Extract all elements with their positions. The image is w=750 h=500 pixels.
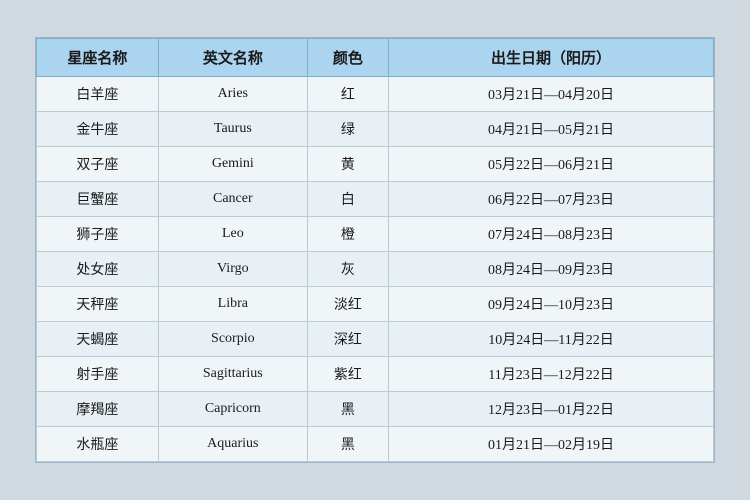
cell-english: Sagittarius	[158, 357, 307, 392]
cell-english: Gemini	[158, 147, 307, 182]
cell-chinese: 天秤座	[37, 287, 159, 322]
cell-chinese: 摩羯座	[37, 392, 159, 427]
cell-english: Libra	[158, 287, 307, 322]
cell-chinese: 处女座	[37, 252, 159, 287]
table-row: 处女座Virgo灰08月24日—09月23日	[37, 252, 714, 287]
table-row: 白羊座Aries红03月21日—04月20日	[37, 77, 714, 112]
table-body: 白羊座Aries红03月21日—04月20日金牛座Taurus绿04月21日—0…	[37, 77, 714, 462]
header-color: 颜色	[307, 39, 388, 77]
cell-date: 08月24日—09月23日	[389, 252, 714, 287]
cell-date: 12月23日—01月22日	[389, 392, 714, 427]
table-row: 天蝎座Scorpio深红10月24日—11月22日	[37, 322, 714, 357]
table-row: 双子座Gemini黄05月22日—06月21日	[37, 147, 714, 182]
table-row: 天秤座Libra淡红09月24日—10月23日	[37, 287, 714, 322]
table-row: 射手座Sagittarius紫红11月23日—12月22日	[37, 357, 714, 392]
table-row: 摩羯座Capricorn黑12月23日—01月22日	[37, 392, 714, 427]
cell-color: 黑	[307, 392, 388, 427]
cell-english: Capricorn	[158, 392, 307, 427]
cell-date: 03月21日—04月20日	[389, 77, 714, 112]
cell-english: Virgo	[158, 252, 307, 287]
cell-chinese: 狮子座	[37, 217, 159, 252]
header-english: 英文名称	[158, 39, 307, 77]
cell-date: 10月24日—11月22日	[389, 322, 714, 357]
table-row: 狮子座Leo橙07月24日—08月23日	[37, 217, 714, 252]
cell-date: 11月23日—12月22日	[389, 357, 714, 392]
cell-date: 09月24日—10月23日	[389, 287, 714, 322]
cell-color: 橙	[307, 217, 388, 252]
cell-date: 07月24日—08月23日	[389, 217, 714, 252]
cell-chinese: 水瓶座	[37, 427, 159, 462]
cell-english: Taurus	[158, 112, 307, 147]
cell-chinese: 双子座	[37, 147, 159, 182]
cell-chinese: 巨蟹座	[37, 182, 159, 217]
cell-chinese: 射手座	[37, 357, 159, 392]
cell-color: 白	[307, 182, 388, 217]
cell-date: 06月22日—07月23日	[389, 182, 714, 217]
cell-chinese: 白羊座	[37, 77, 159, 112]
cell-color: 灰	[307, 252, 388, 287]
header-date: 出生日期（阳历）	[389, 39, 714, 77]
cell-color: 紫红	[307, 357, 388, 392]
table-header-row: 星座名称 英文名称 颜色 出生日期（阳历）	[37, 39, 714, 77]
cell-color: 绿	[307, 112, 388, 147]
cell-color: 深红	[307, 322, 388, 357]
table-row: 金牛座Taurus绿04月21日—05月21日	[37, 112, 714, 147]
cell-color: 淡红	[307, 287, 388, 322]
cell-date: 04月21日—05月21日	[389, 112, 714, 147]
cell-date: 01月21日—02月19日	[389, 427, 714, 462]
cell-english: Scorpio	[158, 322, 307, 357]
cell-color: 黄	[307, 147, 388, 182]
cell-color: 黑	[307, 427, 388, 462]
cell-date: 05月22日—06月21日	[389, 147, 714, 182]
zodiac-table: 星座名称 英文名称 颜色 出生日期（阳历） 白羊座Aries红03月21日—04…	[36, 38, 714, 462]
cell-english: Aries	[158, 77, 307, 112]
table-row: 水瓶座Aquarius黑01月21日—02月19日	[37, 427, 714, 462]
header-chinese: 星座名称	[37, 39, 159, 77]
cell-english: Leo	[158, 217, 307, 252]
cell-english: Cancer	[158, 182, 307, 217]
cell-chinese: 金牛座	[37, 112, 159, 147]
cell-english: Aquarius	[158, 427, 307, 462]
cell-chinese: 天蝎座	[37, 322, 159, 357]
table-row: 巨蟹座Cancer白06月22日—07月23日	[37, 182, 714, 217]
zodiac-table-container: 星座名称 英文名称 颜色 出生日期（阳历） 白羊座Aries红03月21日—04…	[35, 37, 715, 463]
cell-color: 红	[307, 77, 388, 112]
